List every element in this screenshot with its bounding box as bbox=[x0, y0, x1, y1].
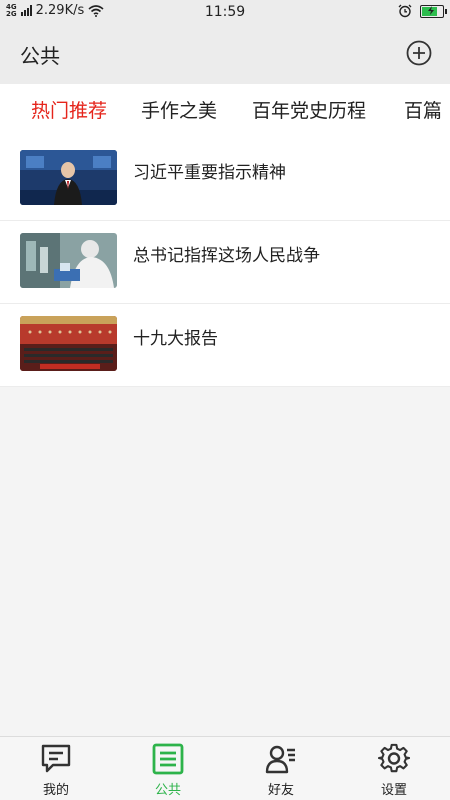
nav-item-public[interactable]: 公共 bbox=[128, 743, 208, 798]
list-item[interactable]: 总书记指挥这场人民战争 bbox=[0, 221, 450, 304]
header: 公共 bbox=[0, 24, 450, 84]
lab-worker-thumbnail bbox=[20, 233, 117, 288]
gear-icon bbox=[378, 743, 410, 773]
news-anchor-thumbnail bbox=[20, 150, 117, 205]
bottom-nav: 我的 公共 好友 设置 bbox=[0, 736, 450, 800]
plus-circle-icon bbox=[406, 40, 432, 66]
nav-label-mine: 我的 bbox=[42, 783, 69, 798]
tab-hundred[interactable]: 百篇 bbox=[404, 96, 442, 123]
add-button[interactable] bbox=[406, 40, 432, 66]
list-item[interactable]: 十九大报告 bbox=[0, 304, 450, 387]
list-item[interactable]: 习近平重要指示精神 bbox=[0, 138, 450, 221]
nav-item-mine[interactable]: 我的 bbox=[16, 743, 96, 798]
nav-item-settings[interactable]: 设置 bbox=[354, 743, 434, 798]
charging-icon bbox=[428, 5, 434, 15]
chat-bubble-icon bbox=[41, 744, 71, 773]
nav-label-public: 公共 bbox=[154, 783, 181, 798]
article-title: 习近平重要指示精神 bbox=[133, 163, 286, 183]
status-time: 11:59 bbox=[204, 4, 246, 20]
tab-hot-recommend[interactable]: 热门推荐 bbox=[31, 96, 107, 123]
battery-icon bbox=[420, 4, 447, 18]
friends-icon bbox=[265, 745, 295, 774]
congress-hall-thumbnail bbox=[20, 316, 117, 371]
article-title: 总书记指挥这场人民战争 bbox=[133, 246, 320, 266]
article-list: 习近平重要指示精神 总书记指挥这场人民战争 十九大报告 bbox=[0, 138, 450, 387]
nav-item-friends[interactable]: 好友 bbox=[241, 743, 321, 798]
status-right bbox=[398, 4, 447, 18]
article-title: 十九大报告 bbox=[133, 329, 218, 349]
category-tabs: 热门推荐 手作之美 百年党史历程 百篇 bbox=[0, 84, 450, 138]
page-title: 公共 bbox=[20, 44, 60, 68]
nav-label-friends: 好友 bbox=[267, 783, 294, 798]
alarm-icon bbox=[398, 4, 412, 18]
tab-handcraft[interactable]: 手作之美 bbox=[141, 96, 217, 123]
status-bar: 4G 2G 2.29K/s 11:59 bbox=[0, 0, 450, 24]
list-icon bbox=[152, 743, 184, 775]
nav-label-settings: 设置 bbox=[380, 783, 407, 798]
tab-party-history[interactable]: 百年党史历程 bbox=[252, 96, 366, 123]
